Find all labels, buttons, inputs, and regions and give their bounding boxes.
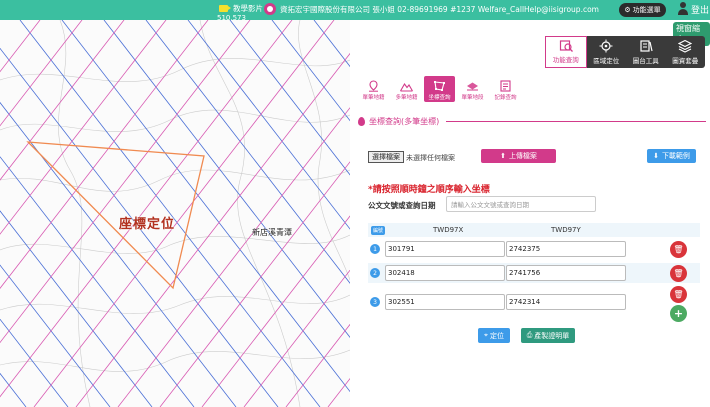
target-icon [599, 39, 613, 53]
section-title: 坐標查詢(多筆坐標) [369, 117, 440, 126]
tutorial-video-link[interactable]: 教學影片 [216, 3, 263, 14]
subtab-single-section[interactable]: 單筆地段 [457, 76, 488, 102]
polygon-icon [434, 81, 445, 91]
delete-row-button[interactable]: 🗑 [670, 240, 687, 258]
x-coordinate-input[interactable]: 302418 [385, 265, 505, 281]
tool-layer-overlay[interactable]: 圖資套疊 [666, 36, 706, 68]
drop-icon [358, 117, 365, 126]
record-icon [500, 80, 511, 92]
doc-number-input[interactable]: 請輸入公文文號或查詢日期 [446, 196, 596, 212]
row-number-badge: 1 [370, 244, 380, 254]
place-label: 新店溪青潭 [252, 228, 292, 237]
gear-icon: ⚙ [624, 6, 631, 14]
layers-icon [678, 39, 693, 53]
doc-number-label: 公文文號或查詢日期 [368, 201, 436, 210]
choose-file-button[interactable]: 選擇檔案 [368, 151, 404, 163]
upload-row: 選擇檔案 未選擇任何檔案 ⬆ 上傳檔案 ⬇ 下載範例 [366, 148, 696, 168]
subtab-single-section-label: 單筆地段 [461, 95, 484, 101]
download-sample-label: 下載範例 [661, 152, 690, 160]
trash-icon: 🗑 [673, 290, 684, 299]
download-sample-button[interactable]: ⬇ 下載範例 [647, 149, 696, 163]
tool-area-locate[interactable]: 區域定位 [587, 36, 627, 68]
tool-map-tools[interactable]: 圖台工具 [626, 36, 666, 68]
logout-label: 登出 [691, 5, 710, 16]
generate-certificate-button[interactable]: ⎙ 產製證明單 [521, 328, 575, 343]
main-toolbar: 功能查詢 區域定位 圖台工具 圖資套疊 [545, 36, 705, 68]
y-header: TWD97Y [551, 226, 581, 234]
subtab-multi-parcel-label: 多筆地籍 [395, 95, 418, 101]
tool-map-tools-label: 圖台工具 [632, 57, 659, 65]
generate-certificate-label: 產製證明單 [534, 331, 570, 340]
print-icon: ⎙ [526, 331, 533, 339]
clockwise-warning: *請按照順時鐘之順序輸入坐標 [368, 185, 490, 195]
query-panel: 單筆地籍 多筆地籍 坐標查詢 單筆地段 記錄查詢 坐標查詢(多筆坐標) 選擇檔案… [350, 68, 710, 407]
subtab-single-parcel-label: 單筆地籍 [362, 95, 385, 101]
coord-table-header: 編號 TWD97X TWD97Y [368, 223, 700, 237]
y-coordinate-input[interactable]: 2742314 [506, 294, 626, 310]
upload-file-button[interactable]: ⬆ 上傳檔案 [481, 149, 556, 163]
query-subtabs: 單筆地籍 多筆地籍 坐標查詢 單筆地段 記錄查詢 [358, 76, 521, 102]
row-number-badge: 2 [370, 268, 380, 278]
map-marker-icon: ⌖ [484, 331, 488, 339]
trash-icon: 🗑 [673, 244, 684, 254]
coord-row: 2 302418 2741756 🗑 [368, 263, 700, 283]
y-coordinate-input[interactable]: 2742375 [506, 241, 626, 257]
company-contact: 資拓宏宇國際股份有限公司 張小姐 02-89691969 #1237 Welfa… [264, 3, 599, 15]
subtab-record-query[interactable]: 記錄查詢 [490, 76, 521, 102]
delete-row-button[interactable]: 🗑 [670, 264, 687, 282]
locate-label: 座標定位 [119, 217, 176, 232]
tool-function-query-label: 功能查詢 [552, 56, 579, 64]
upload-file-label: 上傳檔案 [508, 152, 537, 160]
company-contact-text: 資拓宏宇國際股份有限公司 張小姐 02-89691969 #1237 Welfa… [280, 4, 599, 14]
map-search-icon [559, 40, 573, 52]
locate-label: 定位 [489, 331, 504, 340]
num-header: 編號 [371, 225, 385, 235]
tutorial-video-label: 教學影片 [233, 4, 263, 13]
coord-row: 3 302551 2742314 🗑 [368, 286, 700, 312]
logout-button[interactable]: 登出 [677, 2, 709, 16]
mountain-icon [400, 82, 413, 92]
function-menu-label: 功能選單 [632, 6, 661, 14]
company-logo-icon [264, 3, 276, 15]
tool-function-query[interactable]: 功能查詢 [545, 36, 587, 68]
add-row-button[interactable]: + [670, 305, 687, 322]
delete-row-button[interactable]: 🗑 [670, 286, 687, 303]
section-header: 坐標查詢(多筆坐標) [358, 116, 706, 127]
locate-button[interactable]: ⌖ 定位 [478, 328, 510, 343]
pin-icon [369, 80, 378, 92]
x-coordinate-input[interactable]: 301791 [385, 241, 505, 257]
subtab-coordinate-query[interactable]: 坐標查詢 [424, 76, 455, 102]
coord-row: 1 301791 2742375 🗑 [368, 239, 700, 259]
x-header: TWD97X [433, 226, 464, 234]
user-icon [677, 2, 689, 16]
tool-area-locate-label: 區域定位 [593, 57, 620, 65]
subtab-multi-parcel[interactable]: 多筆地籍 [391, 76, 422, 102]
top-bar: 教學影片 資拓宏宇國際股份有限公司 張小姐 02-89691969 #1237 … [0, 0, 710, 22]
land-icon [467, 82, 478, 91]
section-divider [446, 121, 706, 122]
row-number-badge: 3 [370, 297, 380, 307]
function-menu-button[interactable]: ⚙ 功能選單 [619, 3, 666, 17]
video-icon [219, 5, 231, 12]
toolbox-icon [640, 40, 653, 52]
download-icon: ⬇ [653, 152, 659, 160]
no-file-text: 未選擇任何檔案 [406, 154, 455, 162]
map-view[interactable]: 座標定位 新店溪青潭 [0, 20, 350, 407]
subtab-single-parcel[interactable]: 單筆地籍 [358, 76, 389, 102]
subtab-record-query-label: 記錄查詢 [494, 95, 517, 101]
subtab-coordinate-query-label: 坐標查詢 [428, 95, 451, 101]
upload-icon: ⬆ [500, 152, 506, 160]
y-coordinate-input[interactable]: 2741756 [506, 265, 626, 281]
x-coordinate-input[interactable]: 302551 [385, 294, 505, 310]
plus-icon: + [673, 307, 684, 320]
tool-layer-overlay-label: 圖資套疊 [672, 57, 699, 65]
trash-icon: 🗑 [673, 268, 684, 278]
